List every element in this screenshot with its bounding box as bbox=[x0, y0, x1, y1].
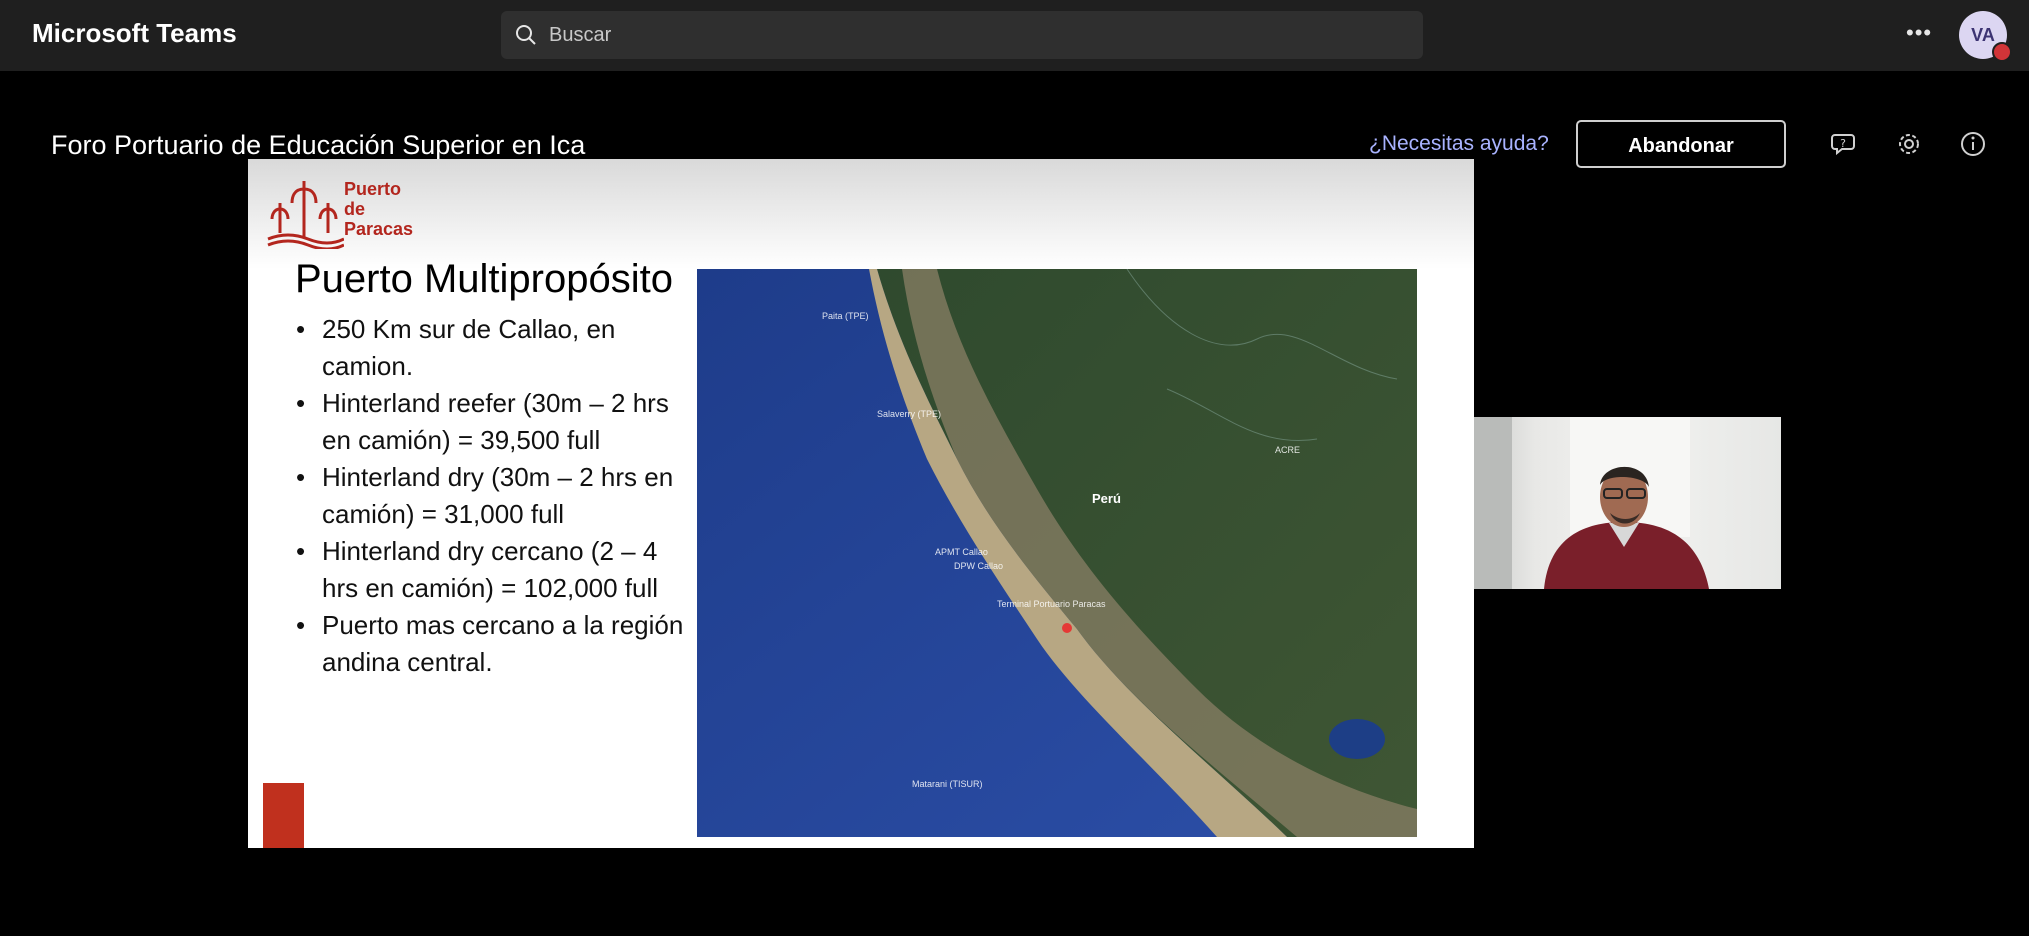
map-label-matarani: Matarani (TISUR) bbox=[912, 779, 983, 789]
bullet-item: Hinterland reefer (30m – 2 hrs en camión… bbox=[296, 385, 696, 459]
svg-text:?: ? bbox=[1840, 137, 1846, 150]
map-label-terminal: Terminal Portuario Paracas bbox=[997, 599, 1106, 609]
presence-status-badge bbox=[1992, 42, 2012, 62]
map-image bbox=[697, 268, 1417, 837]
slide-title: Puerto Multipropósito bbox=[295, 257, 673, 301]
top-bar: Microsoft Teams ••• VA bbox=[0, 0, 2029, 71]
participant-video[interactable] bbox=[1474, 417, 1781, 589]
bullet-item: 250 Km sur de Callao, en camion. bbox=[296, 311, 696, 385]
logo-line: de bbox=[344, 199, 366, 219]
info-icon[interactable] bbox=[1958, 129, 1988, 159]
bullet-item: Puerto mas cercano a la región andina ce… bbox=[296, 607, 696, 681]
settings-icon[interactable] bbox=[1894, 129, 1924, 159]
satellite-map: Perú ACRE Paita (TPE) Salaverry (TPE) AP… bbox=[697, 268, 1417, 837]
chat-help-icon[interactable]: ? bbox=[1830, 129, 1860, 159]
logo-text: Puerto de Paracas bbox=[344, 179, 413, 239]
logo-line: Puerto bbox=[344, 179, 402, 199]
search-input[interactable] bbox=[549, 11, 1409, 59]
map-label-peru: Perú bbox=[1092, 491, 1121, 506]
map-label-paita: Paita (TPE) bbox=[822, 311, 869, 321]
search-box[interactable] bbox=[501, 11, 1423, 59]
slide-header-fade bbox=[248, 159, 1474, 269]
map-label-salaverry: Salaverry (TPE) bbox=[877, 409, 942, 419]
slide-accent-bar bbox=[263, 783, 304, 848]
bullet-item: Hinterland dry cercano (2 – 4 hrs en cam… bbox=[296, 533, 696, 607]
meeting-title: Foro Portuario de Educación Superior en … bbox=[51, 130, 586, 160]
help-link[interactable]: ¿Necesitas ayuda? bbox=[1369, 132, 1549, 156]
leave-button[interactable]: Abandonar bbox=[1576, 120, 1786, 168]
bullet-list: 250 Km sur de Callao, en camion. Hinterl… bbox=[296, 311, 696, 681]
search-icon bbox=[516, 25, 536, 45]
map-label-dpw: DPW Callao bbox=[954, 561, 1004, 571]
app-title: Microsoft Teams bbox=[32, 18, 237, 48]
map-label-acre: ACRE bbox=[1275, 445, 1301, 455]
puerto-paracas-logo-icon bbox=[267, 181, 344, 249]
bullet-item: Hinterland dry (30m – 2 hrs en camión) =… bbox=[296, 459, 696, 533]
more-options-icon[interactable]: ••• bbox=[1906, 20, 1932, 46]
map-label-apmt: APMT Callao bbox=[935, 547, 988, 557]
shared-slide: Puerto de Paracas Puerto Multipropósito … bbox=[248, 159, 1474, 848]
participant-person-image bbox=[1474, 417, 1709, 589]
logo-line: Paracas bbox=[344, 219, 414, 239]
